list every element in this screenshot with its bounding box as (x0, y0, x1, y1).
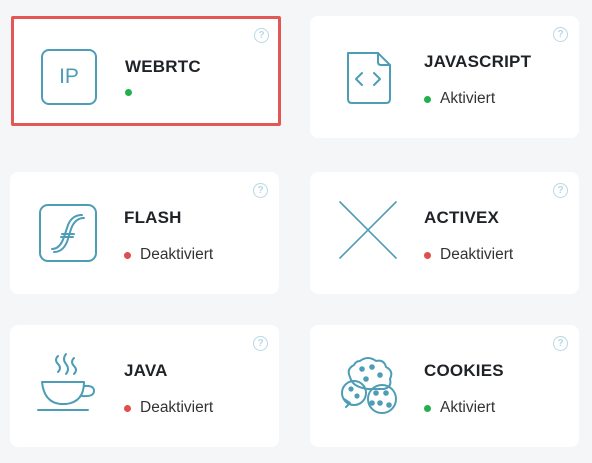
status-label: Aktiviert (440, 90, 496, 107)
feature-card-webrtc[interactable]: IP WEBRTC ? (11, 16, 281, 126)
help-icon[interactable]: ? (253, 183, 268, 198)
feature-card-flash[interactable]: FLASH Deaktiviert ? (10, 172, 279, 294)
feature-title: JAVASCRIPT (424, 52, 532, 71)
status-label: Deaktiviert (140, 246, 214, 263)
cookies-icon (338, 353, 398, 414)
coffee-cup-icon (36, 352, 96, 412)
feature-status: Aktiviert (424, 399, 495, 417)
help-icon[interactable]: ? (253, 336, 268, 351)
status-label: Aktiviert (440, 399, 496, 416)
status-dot (424, 95, 431, 103)
feature-card-java[interactable]: JAVA Deaktiviert ? (10, 325, 279, 447)
feature-status: Aktiviert (424, 90, 495, 108)
flash-icon (38, 203, 98, 263)
feature-card-cookies[interactable]: COOKIES Aktiviert ? (310, 325, 579, 447)
feature-card-javascript[interactable]: JAVASCRIPT Aktiviert ? (310, 16, 579, 138)
status-label: Deaktiviert (140, 399, 214, 416)
status-dot (424, 404, 431, 412)
help-icon[interactable]: ? (553, 336, 568, 351)
activex-cross-icon (338, 200, 398, 260)
feature-status (125, 89, 141, 96)
status-dot (124, 404, 131, 412)
status-dot (424, 251, 431, 259)
feature-card-activex[interactable]: ACTIVEX Deaktiviert ? (310, 172, 579, 294)
feature-title: JAVA (124, 361, 168, 380)
feature-title: WEBRTC (125, 57, 201, 76)
code-file-icon (338, 47, 398, 107)
status-dot (125, 89, 132, 96)
status-label: Deaktiviert (440, 246, 514, 263)
feature-status: Deaktiviert (424, 246, 513, 264)
help-icon[interactable]: ? (254, 28, 269, 43)
feature-title: FLASH (124, 208, 182, 227)
feature-status: Deaktiviert (124, 246, 213, 264)
help-icon[interactable]: ? (553, 183, 568, 198)
status-dot (124, 251, 131, 259)
feature-title: COOKIES (424, 361, 504, 380)
ip-icon: IP (40, 48, 100, 108)
feature-status: Deaktiviert (124, 399, 213, 417)
help-icon[interactable]: ? (553, 27, 568, 42)
feature-title: ACTIVEX (424, 208, 500, 227)
